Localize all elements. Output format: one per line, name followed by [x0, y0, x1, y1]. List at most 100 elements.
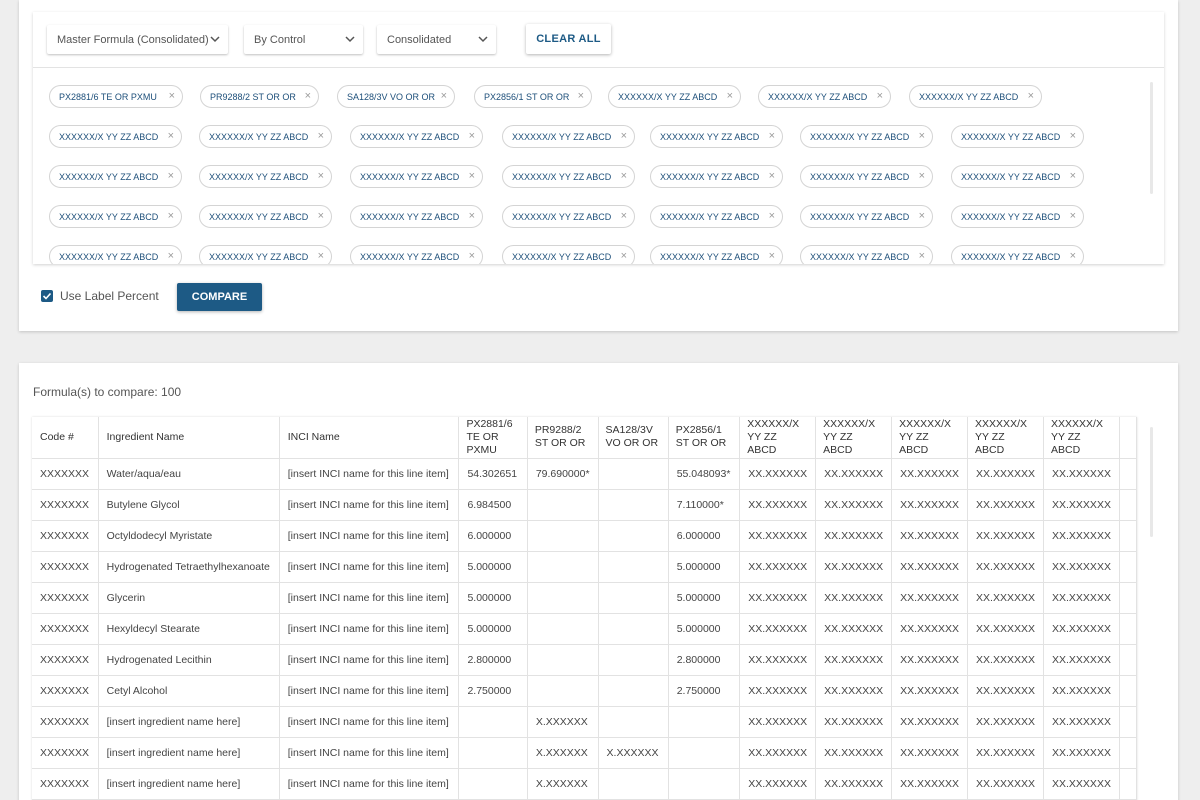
close-icon[interactable]: × — [441, 90, 447, 102]
close-icon[interactable]: × — [919, 250, 925, 262]
chips-scrollbar[interactable] — [1150, 82, 1153, 194]
close-icon[interactable]: × — [1070, 210, 1076, 222]
formula-chip[interactable]: XXXXXX/X YY ZZ ABCD × — [49, 245, 182, 264]
formula-chip[interactable]: XXXXXX/X YY ZZ ABCD × — [608, 85, 741, 108]
formula-chip[interactable]: PX2881/6 TE OR PXMU × — [49, 85, 183, 108]
column-header[interactable]: Ingredient Name — [98, 417, 280, 459]
table-row[interactable]: XXXXXXX Butylene Glycol [insert INCI name … — [32, 489, 1137, 521]
column-header[interactable]: INCI Name — [279, 417, 460, 459]
formula-chip[interactable]: PX2856/1 ST OR OR × — [474, 85, 592, 108]
close-icon[interactable]: × — [877, 90, 883, 102]
formula-chip[interactable]: XXXXXX/X YY ZZ ABCD × — [650, 125, 783, 148]
table-row[interactable]: XXXXXXX Hexyldecyl Stearate [insert INCI n… — [32, 613, 1137, 645]
close-icon[interactable]: × — [168, 210, 174, 222]
close-icon[interactable]: × — [769, 130, 775, 142]
table-row[interactable]: XXXXXXX Cetyl Alcohol [insert INCI name fo… — [32, 675, 1137, 707]
column-header[interactable]: XXXXXX/X YY ZZ ABCD — [967, 417, 1044, 459]
formula-chip[interactable]: XXXXXX/X YY ZZ ABCD × — [49, 165, 182, 188]
close-icon[interactable]: × — [919, 210, 925, 222]
close-icon[interactable]: × — [919, 170, 925, 182]
formula-chip[interactable]: XXXXXX/X YY ZZ ABCD × — [951, 165, 1084, 188]
formula-chip[interactable]: XXXXXX/X YY ZZ ABCD × — [800, 245, 933, 264]
column-header[interactable]: PX2856/1 ST OR OR — [668, 417, 741, 459]
table-row[interactable]: XXXXXXX Hydrogenated Lecithin [insert INCI… — [32, 644, 1137, 676]
close-icon[interactable]: × — [469, 130, 475, 142]
column-header[interactable]: Code # — [32, 417, 99, 459]
table-row[interactable]: XXXXXXX Glycerin [insert INCI name for thi… — [32, 582, 1137, 614]
formula-chip[interactable]: XXXXXX/X YY ZZ ABCD × — [350, 205, 483, 228]
close-icon[interactable]: × — [469, 250, 475, 262]
close-icon[interactable]: × — [1070, 130, 1076, 142]
formula-chip[interactable]: XXXXXX/X YY ZZ ABCD × — [909, 85, 1042, 108]
formula-chip[interactable]: XXXXXX/X YY ZZ ABCD × — [350, 125, 483, 148]
formula-chip[interactable]: XXXXXX/X YY ZZ ABCD × — [502, 125, 635, 148]
close-icon[interactable]: × — [919, 130, 925, 142]
formula-chip[interactable]: XXXXXX/X YY ZZ ABCD × — [951, 125, 1084, 148]
formula-chip[interactable]: XXXXXX/X YY ZZ ABCD × — [800, 205, 933, 228]
close-icon[interactable]: × — [769, 170, 775, 182]
formula-chip[interactable]: XXXXXX/X YY ZZ ABCD × — [199, 125, 332, 148]
formula-chip[interactable]: XXXXXX/X YY ZZ ABCD × — [800, 125, 933, 148]
table-scrollbar[interactable] — [1150, 427, 1153, 537]
table-row[interactable]: XXXXXXX Water/aqua/eau [insert INCI name f… — [32, 458, 1137, 490]
compare-button[interactable]: COMPARE — [177, 283, 262, 311]
formula-chip[interactable]: SA128/3V VO OR OR × — [337, 85, 455, 108]
formula-chip[interactable]: XXXXXX/X YY ZZ ABCD × — [199, 205, 332, 228]
close-icon[interactable]: × — [168, 250, 174, 262]
table-row[interactable]: XXXXXXX Octyldodecyl Myristate [insert INC… — [32, 520, 1137, 552]
formula-chip[interactable]: XXXXXX/X YY ZZ ABCD × — [951, 205, 1084, 228]
column-header[interactable]: XXXXXX/X YY ZZ ABCD — [1043, 417, 1120, 459]
close-icon[interactable]: × — [169, 90, 175, 102]
clear-all-button[interactable]: CLEAR ALL — [526, 24, 611, 54]
close-icon[interactable]: × — [727, 90, 733, 102]
close-icon[interactable]: × — [469, 170, 475, 182]
close-icon[interactable]: × — [1028, 90, 1034, 102]
close-icon[interactable]: × — [318, 170, 324, 182]
column-header[interactable]: PX2881/6 TE OR PXMU — [458, 417, 528, 459]
formula-chip[interactable]: XXXXXX/X YY ZZ ABCD × — [650, 165, 783, 188]
formula-chip[interactable]: XXXXXX/X YY ZZ ABCD × — [502, 165, 635, 188]
formula-chip[interactable]: XXXXXX/X YY ZZ ABCD × — [650, 245, 783, 264]
formula-chip[interactable]: PR9288/2 ST OR OR × — [200, 85, 319, 108]
close-icon[interactable]: × — [1070, 250, 1076, 262]
close-icon[interactable]: × — [168, 130, 174, 142]
table-row[interactable]: XXXXXXX [insert ingredient name here] [ins… — [32, 706, 1137, 738]
close-icon[interactable]: × — [578, 90, 584, 102]
use-label-percent-checkbox[interactable] — [41, 290, 53, 302]
formula-chip[interactable]: XXXXXX/X YY ZZ ABCD × — [199, 245, 332, 264]
close-icon[interactable]: × — [769, 210, 775, 222]
close-icon[interactable]: × — [318, 130, 324, 142]
close-icon[interactable]: × — [168, 170, 174, 182]
close-icon[interactable]: × — [621, 250, 627, 262]
column-header[interactable]: XXXXXX/X YY ZZ ABCD — [891, 417, 969, 459]
formula-chip[interactable]: XXXXXX/X YY ZZ ABCD × — [502, 205, 635, 228]
control-select[interactable]: By Control — [244, 25, 363, 54]
formula-chip[interactable]: XXXXXX/X YY ZZ ABCD × — [199, 165, 332, 188]
column-header[interactable]: XXXXXX/X YY ZZ ABCD — [815, 417, 893, 459]
close-icon[interactable]: × — [1070, 170, 1076, 182]
formula-chip[interactable]: XXXXXX/X YY ZZ ABCD × — [951, 245, 1084, 264]
consolidated-select[interactable]: Consolidated — [377, 25, 496, 54]
formula-chip[interactable]: XXXXXX/X YY ZZ ABCD × — [800, 165, 933, 188]
formula-type-select[interactable]: Master Formula (Consolidated) — [47, 25, 228, 54]
formula-chip[interactable]: XXXXXX/X YY ZZ ABCD × — [350, 245, 483, 264]
close-icon[interactable]: × — [769, 250, 775, 262]
close-icon[interactable]: × — [318, 210, 324, 222]
close-icon[interactable]: × — [621, 170, 627, 182]
column-header[interactable]: SA128/3V VO OR OR — [598, 417, 669, 459]
formula-chip[interactable]: XXXXXX/X YY ZZ ABCD × — [49, 125, 182, 148]
formula-chip[interactable]: XXXXXX/X YY ZZ ABCD × — [49, 205, 182, 228]
close-icon[interactable]: × — [318, 250, 324, 262]
close-icon[interactable]: × — [621, 130, 627, 142]
close-icon[interactable]: × — [305, 90, 311, 102]
column-header[interactable]: PR9288/2 ST OR OR — [527, 417, 599, 459]
formula-chip[interactable]: XXXXXX/X YY ZZ ABCD × — [350, 165, 483, 188]
formula-chip[interactable]: XXXXXX/X YY ZZ ABCD × — [650, 205, 783, 228]
table-row[interactable]: XXXXXXX [insert ingredient name here] [ins… — [32, 737, 1137, 769]
table-row[interactable]: XXXXXXX Hydrogenated Tetraethylhexanoate[… — [32, 551, 1137, 583]
close-icon[interactable]: × — [621, 210, 627, 222]
formula-chip[interactable]: XXXXXX/X YY ZZ ABCD × — [502, 245, 635, 264]
close-icon[interactable]: × — [469, 210, 475, 222]
formula-chip[interactable]: XXXXXX/X YY ZZ ABCD × — [758, 85, 891, 108]
table-row[interactable]: XXXXXXX [insert ingredient name here] [ins… — [32, 768, 1137, 800]
